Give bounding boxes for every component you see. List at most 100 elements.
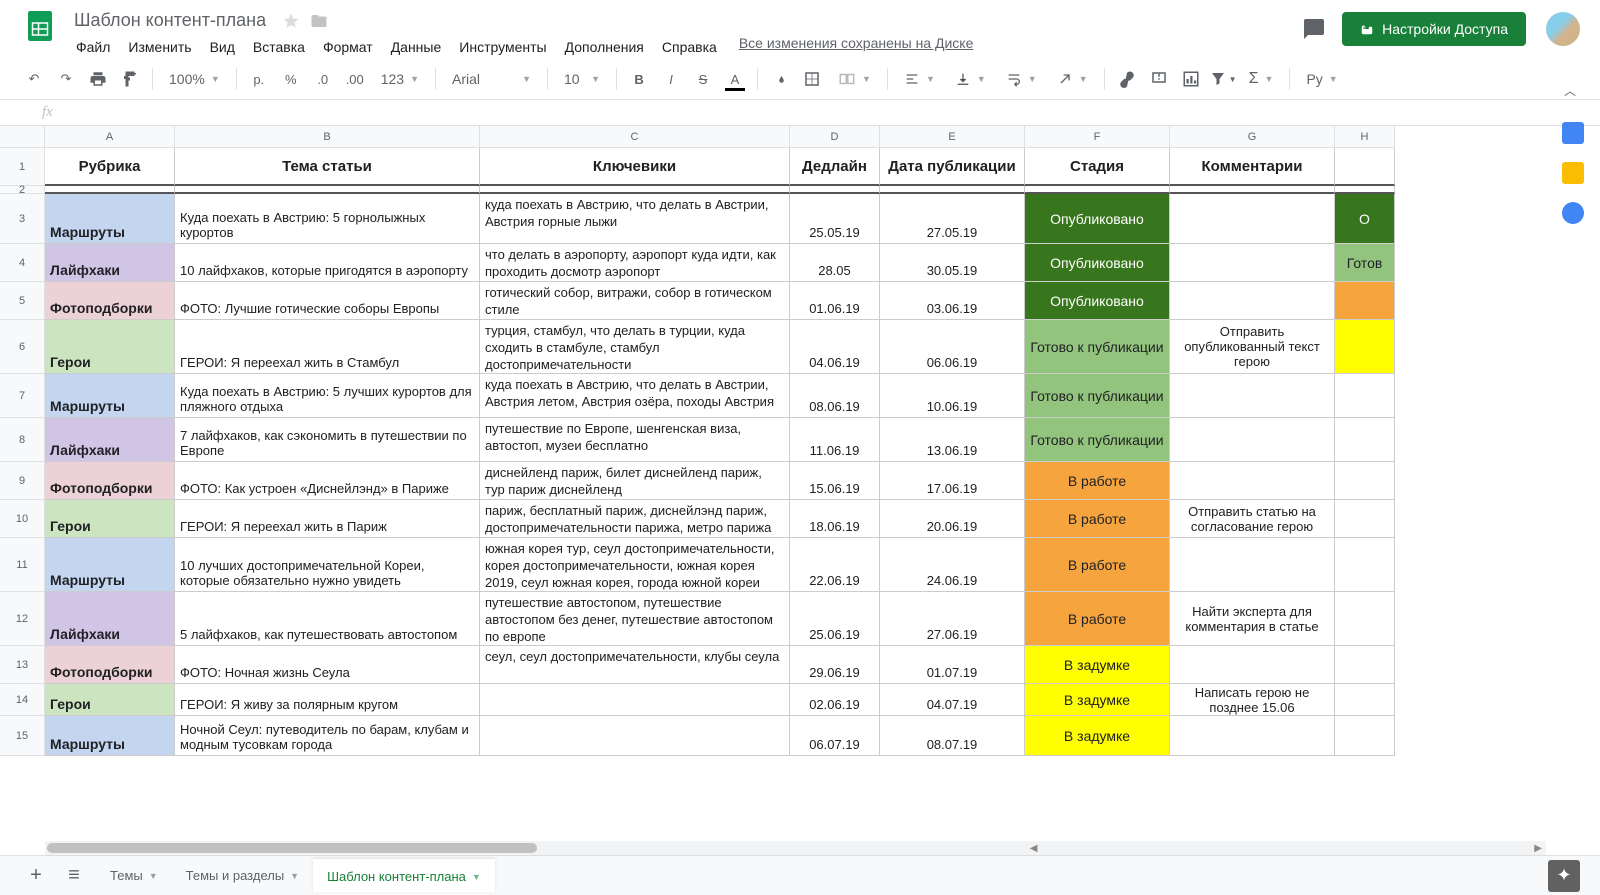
deadline-cell[interactable]: 25.06.19 <box>790 592 880 646</box>
add-sheet-button[interactable]: + <box>20 860 52 892</box>
deadline-cell[interactable]: 22.06.19 <box>790 538 880 592</box>
category-cell[interactable]: Маршруты <box>45 374 175 418</box>
topic-cell[interactable]: 10 лайфхаков, которые пригодятся в аэроп… <box>175 244 480 282</box>
formula-bar[interactable]: fx <box>0 100 1600 126</box>
sheet-tab[interactable]: Темы▼ <box>96 859 172 892</box>
folder-icon[interactable] <box>310 12 328 30</box>
col-header[interactable]: G <box>1170 126 1335 148</box>
header-cell[interactable]: Ключевики <box>480 148 790 186</box>
topic-cell[interactable]: 10 лучших достопримечательной Кореи, кот… <box>175 538 480 592</box>
comment-cell[interactable] <box>1170 646 1335 684</box>
menu-5[interactable]: Данные <box>383 35 450 59</box>
row-header[interactable]: 2 <box>0 186 45 194</box>
keywords-cell[interactable]: куда поехать в Австрию, что делать в Авс… <box>480 194 790 244</box>
cell[interactable] <box>480 186 790 194</box>
keywords-cell[interactable] <box>480 684 790 716</box>
stage-cell[interactable]: Опубликовано <box>1025 244 1170 282</box>
category-cell[interactable]: Маршруты <box>45 716 175 756</box>
keywords-cell[interactable]: диснейленд париж, билет диснейленд париж… <box>480 462 790 500</box>
keywords-cell[interactable]: путешествие по Европе, шенгенская виза, … <box>480 418 790 462</box>
horizontal-scrollbar[interactable]: ◀▶ <box>45 841 1546 855</box>
pubdate-cell[interactable]: 10.06.19 <box>880 374 1025 418</box>
row-header[interactable]: 14 <box>0 684 45 716</box>
chart-button[interactable] <box>1177 65 1205 93</box>
stage-cell[interactable]: Опубликовано <box>1025 282 1170 320</box>
valign-button[interactable]: ▼ <box>947 67 994 91</box>
star-icon[interactable] <box>282 12 300 30</box>
stage-cell[interactable]: В задумке <box>1025 684 1170 716</box>
comment-cell[interactable] <box>1170 462 1335 500</box>
keywords-cell[interactable] <box>480 716 790 756</box>
format-select[interactable]: 123▼ <box>373 67 427 91</box>
comment-cell[interactable] <box>1170 282 1335 320</box>
cell[interactable] <box>1335 500 1395 538</box>
pubdate-cell[interactable]: 08.07.19 <box>880 716 1025 756</box>
topic-cell[interactable]: ФОТО: Ночная жизнь Сеула <box>175 646 480 684</box>
currency-button[interactable]: р. <box>245 65 273 93</box>
keep-icon[interactable] <box>1562 162 1584 184</box>
keywords-cell[interactable]: куда поехать в Австрию, что делать в Авс… <box>480 374 790 418</box>
category-cell[interactable]: Фотоподборки <box>45 282 175 320</box>
deadline-cell[interactable]: 02.06.19 <box>790 684 880 716</box>
all-sheets-button[interactable]: ≡ <box>58 860 90 892</box>
pubdate-cell[interactable]: 01.07.19 <box>880 646 1025 684</box>
col-header[interactable]: A <box>45 126 175 148</box>
stage-cell[interactable]: Готово к публикации <box>1025 374 1170 418</box>
col-header[interactable]: E <box>880 126 1025 148</box>
topic-cell[interactable]: 5 лайфхаков, как путешествовать автостоп… <box>175 592 480 646</box>
stage-cell[interactable]: В работе <box>1025 538 1170 592</box>
header-cell[interactable] <box>1335 148 1395 186</box>
menu-3[interactable]: Вставка <box>245 35 313 59</box>
keywords-cell[interactable]: путешествие автостопом, путешествие авто… <box>480 592 790 646</box>
comment-cell[interactable] <box>1170 374 1335 418</box>
stage-cell[interactable]: Опубликовано <box>1025 194 1170 244</box>
pubdate-cell[interactable]: 06.06.19 <box>880 320 1025 374</box>
topic-cell[interactable]: 7 лайфхаков, как сэкономить в путешестви… <box>175 418 480 462</box>
topic-cell[interactable]: Куда поехать в Австрию: 5 лучших курорто… <box>175 374 480 418</box>
deadline-cell[interactable]: 11.06.19 <box>790 418 880 462</box>
deadline-cell[interactable]: 04.06.19 <box>790 320 880 374</box>
header-cell[interactable]: Комментарии <box>1170 148 1335 186</box>
col-header[interactable]: B <box>175 126 480 148</box>
cell[interactable] <box>1335 374 1395 418</box>
topic-cell[interactable]: ГЕРОИ: Я живу за полярным кругом <box>175 684 480 716</box>
topic-cell[interactable]: Ночной Сеул: путеводитель по барам, клуб… <box>175 716 480 756</box>
row-header[interactable]: 4 <box>0 244 45 282</box>
col-header[interactable]: C <box>480 126 790 148</box>
row-header[interactable]: 6 <box>0 320 45 374</box>
cell[interactable] <box>1335 684 1395 716</box>
deadline-cell[interactable]: 29.06.19 <box>790 646 880 684</box>
comment-button[interactable] <box>1145 65 1173 93</box>
pubdate-cell[interactable]: 17.06.19 <box>880 462 1025 500</box>
row-header[interactable]: 5 <box>0 282 45 320</box>
pubdate-cell[interactable]: 04.07.19 <box>880 684 1025 716</box>
deadline-cell[interactable]: 25.05.19 <box>790 194 880 244</box>
redo-button[interactable]: ↷ <box>52 65 80 93</box>
merge-button[interactable]: ▼ <box>830 66 879 92</box>
borders-button[interactable] <box>798 65 826 93</box>
strike-button[interactable]: S <box>689 65 717 93</box>
menu-1[interactable]: Изменить <box>120 35 199 59</box>
stage-cell[interactable]: В задумке <box>1025 646 1170 684</box>
header-cell[interactable]: Дата публикации <box>880 148 1025 186</box>
category-cell[interactable]: Маршруты <box>45 538 175 592</box>
calendar-icon[interactable] <box>1562 122 1584 144</box>
cell[interactable] <box>1170 186 1335 194</box>
menu-0[interactable]: Файл <box>68 35 118 59</box>
textcolor-button[interactable]: A <box>721 65 749 93</box>
row-header[interactable]: 8 <box>0 418 45 462</box>
header-cell[interactable]: Дедлайн <box>790 148 880 186</box>
wrap-button[interactable]: ▼ <box>998 67 1045 91</box>
deadline-cell[interactable]: 18.06.19 <box>790 500 880 538</box>
stage-cell[interactable]: В задумке <box>1025 716 1170 756</box>
keywords-cell[interactable]: париж, бесплатный париж, диснейлэнд пари… <box>480 500 790 538</box>
category-cell[interactable]: Герои <box>45 684 175 716</box>
comment-cell[interactable]: Отправить статью на согласование герою <box>1170 500 1335 538</box>
deadline-cell[interactable]: 06.07.19 <box>790 716 880 756</box>
row-header[interactable]: 9 <box>0 462 45 500</box>
halign-button[interactable]: ▼ <box>896 67 943 91</box>
topic-cell[interactable]: ФОТО: Лучшие готические соборы Европы <box>175 282 480 320</box>
comment-cell[interactable]: Написать герою не позднее 15.06 <box>1170 684 1335 716</box>
deadline-cell[interactable]: 15.06.19 <box>790 462 880 500</box>
pubdate-cell[interactable]: 13.06.19 <box>880 418 1025 462</box>
